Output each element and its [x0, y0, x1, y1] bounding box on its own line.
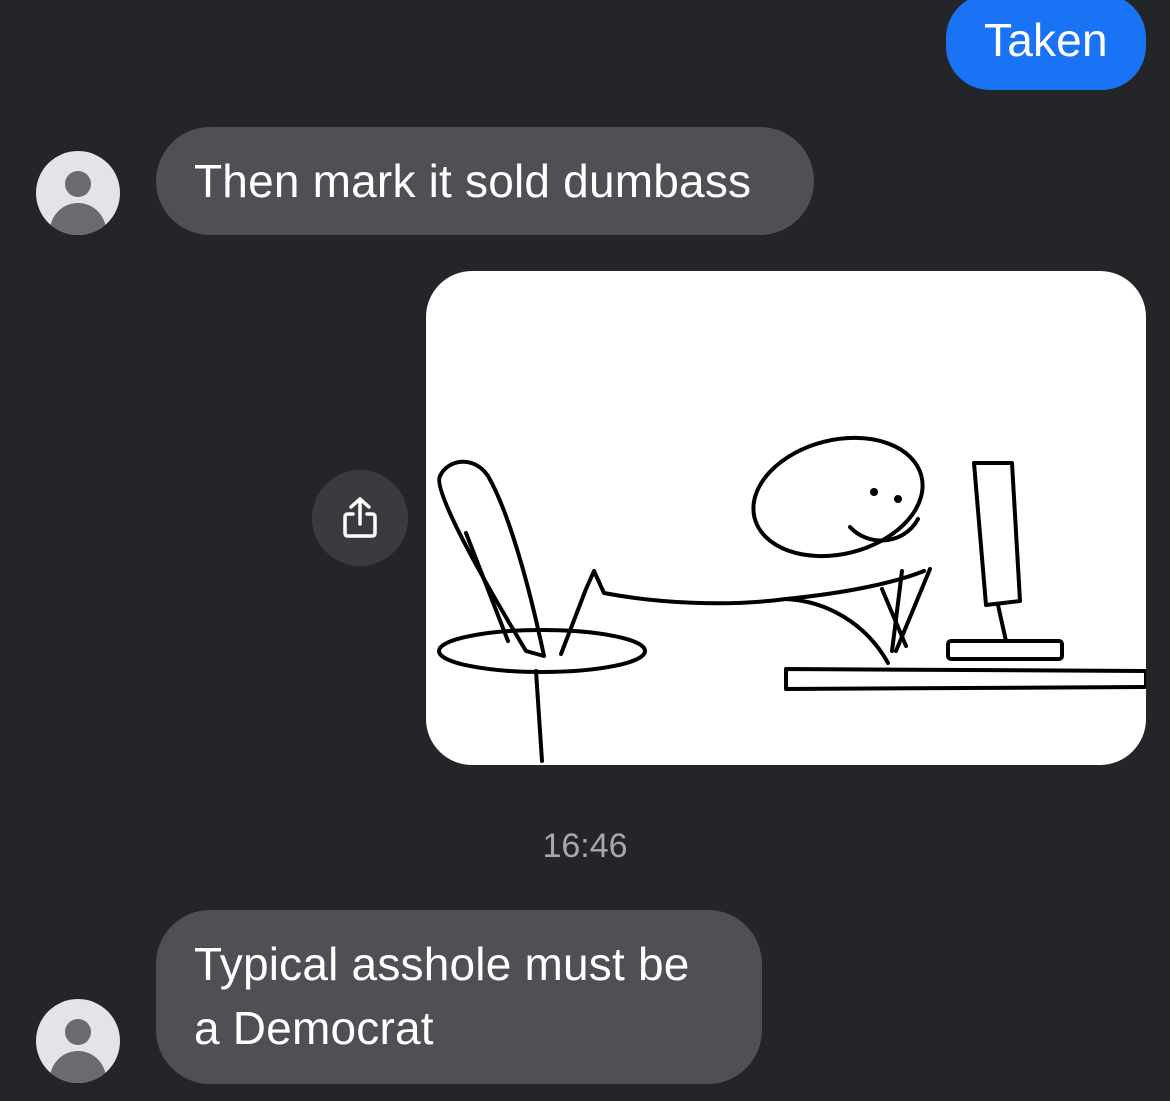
- contact-avatar[interactable]: [36, 999, 120, 1083]
- outgoing-message-bubble[interactable]: Taken: [946, 0, 1146, 90]
- contact-avatar[interactable]: [36, 151, 120, 235]
- chat-screen: Taken Then mark it sold dumbass 16:46 Ty…: [0, 0, 1170, 1101]
- share-icon: [343, 497, 377, 538]
- avatar-head-shape: [65, 171, 91, 197]
- outgoing-image-message[interactable]: [426, 271, 1146, 765]
- stick-figure-at-computer-drawing: [437, 435, 1146, 763]
- share-button[interactable]: [312, 470, 408, 566]
- message-text-line-1: Typical asshole must be: [194, 938, 690, 990]
- incoming-message-bubble[interactable]: Then mark it sold dumbass: [156, 127, 814, 235]
- message-text: Then mark it sold dumbass: [194, 155, 752, 207]
- avatar-head-shape: [65, 1019, 91, 1045]
- incoming-message-bubble[interactable]: Typical asshole must be a Democrat: [156, 910, 762, 1084]
- avatar-body-shape: [50, 1051, 106, 1083]
- message-timestamp: 16:46: [542, 827, 628, 865]
- message-text: Taken: [984, 14, 1108, 66]
- avatar-body-shape: [50, 203, 106, 235]
- message-text-line-2: a Democrat: [194, 1002, 434, 1054]
